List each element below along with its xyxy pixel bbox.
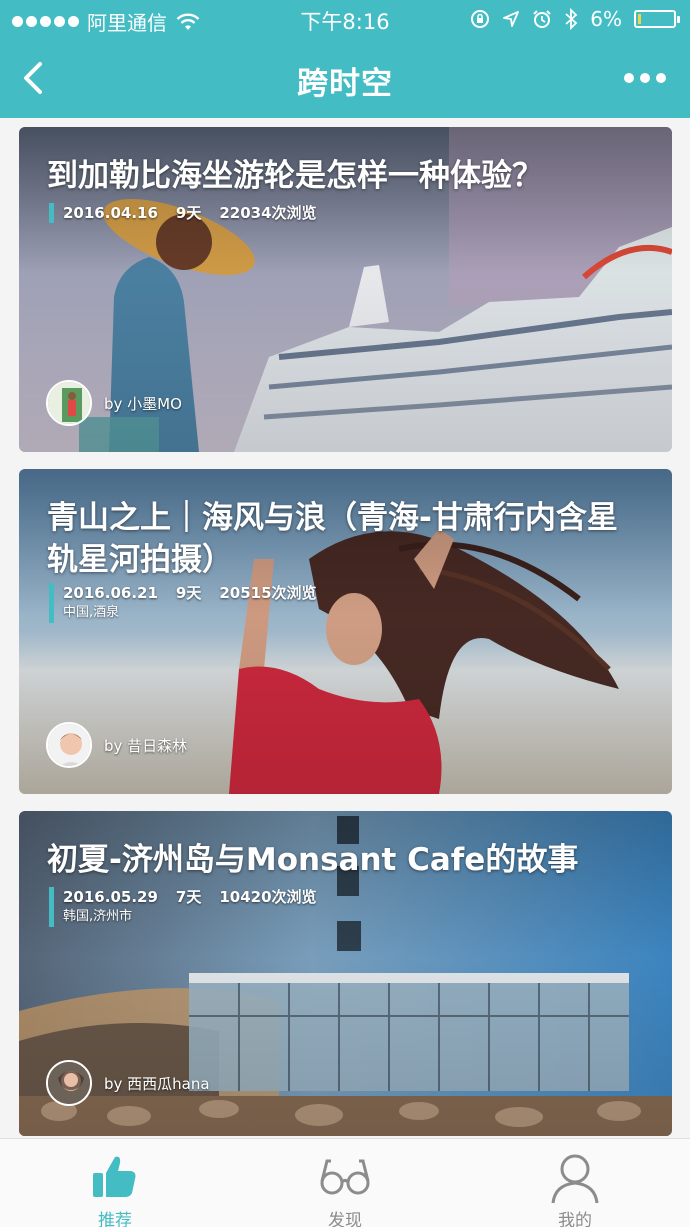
card-title: 到加勒比海坐游轮是怎样一种体验？ bbox=[47, 158, 543, 194]
card-date: 2016.06.21 bbox=[63, 584, 158, 602]
travel-card[interactable]: 青山之上｜海风与浪（青海-甘肃行内含星轨星河拍摄） 2016.06.21 9天 … bbox=[19, 469, 672, 794]
card-days: 9天 bbox=[175, 204, 202, 222]
card-meta: 2016.04.16 9天 22034次浏览 bbox=[49, 203, 317, 223]
tab-bar: 推荐 发现 我的 bbox=[0, 1138, 690, 1227]
card-author[interactable]: by 西西瓜hana bbox=[46, 1060, 210, 1106]
card-author[interactable]: by 昔日森林 bbox=[46, 722, 187, 768]
lock-rotation-icon bbox=[471, 10, 490, 28]
glasses-icon bbox=[320, 1159, 370, 1195]
tab-label: 推荐 bbox=[98, 1211, 132, 1227]
tab-label: 我的 bbox=[558, 1211, 592, 1227]
status-bar: 阿里通信 下午8:16 6% bbox=[0, 0, 690, 38]
more-dots-icon[interactable] bbox=[624, 73, 666, 83]
card-days: 7天 bbox=[175, 888, 202, 906]
author-name: by 昔日森林 bbox=[104, 736, 188, 755]
card-meta: 2016.06.21 9天 20515次浏览 中国,酒泉 bbox=[49, 583, 317, 623]
card-location: 韩国,济州市 bbox=[63, 909, 133, 924]
card-views: 20515次浏览 bbox=[219, 584, 317, 602]
tab-recommend[interactable]: 推荐 bbox=[0, 1139, 230, 1227]
travel-card[interactable]: 到加勒比海坐游轮是怎样一种体验？ 2016.04.16 9天 22034次浏览 … bbox=[19, 127, 672, 452]
avatar bbox=[46, 380, 92, 426]
battery-icon bbox=[634, 10, 680, 28]
tab-discover[interactable]: 发现 bbox=[230, 1139, 460, 1227]
card-location: 中国,酒泉 bbox=[63, 605, 120, 620]
card-title: 青山之上｜海风与浪（青海-甘肃行内含星轨星河拍摄） bbox=[47, 500, 618, 578]
card-date: 2016.04.16 bbox=[63, 204, 158, 222]
card-date: 2016.05.29 bbox=[63, 888, 158, 906]
card-author[interactable]: by 小墨MO bbox=[46, 380, 182, 426]
top-bar: 阿里通信 下午8:16 6% 跨时空 bbox=[0, 0, 690, 118]
avatar bbox=[46, 1060, 92, 1106]
author-name: by 小墨MO bbox=[104, 394, 182, 413]
alarm-icon bbox=[533, 10, 551, 28]
card-views: 10420次浏览 bbox=[219, 888, 317, 906]
nav-bar: 跨时空 bbox=[0, 38, 690, 118]
person-icon bbox=[551, 1154, 599, 1204]
avatar bbox=[46, 722, 92, 768]
card-days: 9天 bbox=[175, 584, 202, 602]
location-icon bbox=[503, 11, 520, 27]
tab-me[interactable]: 我的 bbox=[460, 1139, 690, 1227]
tab-label: 发现 bbox=[328, 1211, 362, 1227]
page-title: 跨时空 bbox=[297, 66, 393, 102]
author-name: by 西西瓜hana bbox=[104, 1074, 210, 1093]
travel-card[interactable]: 初夏-济州岛与Monsant Cafe的故事 2016.05.29 7天 104… bbox=[19, 811, 672, 1136]
battery-percent: 6% bbox=[590, 7, 622, 31]
card-views: 22034次浏览 bbox=[219, 204, 317, 222]
card-title: 初夏-济州岛与Monsant Cafe的故事 bbox=[47, 842, 579, 878]
thumbs-up-icon bbox=[93, 1156, 136, 1197]
card-meta: 2016.05.29 7天 10420次浏览 韩国,济州市 bbox=[49, 887, 317, 927]
bluetooth-icon bbox=[565, 8, 578, 30]
